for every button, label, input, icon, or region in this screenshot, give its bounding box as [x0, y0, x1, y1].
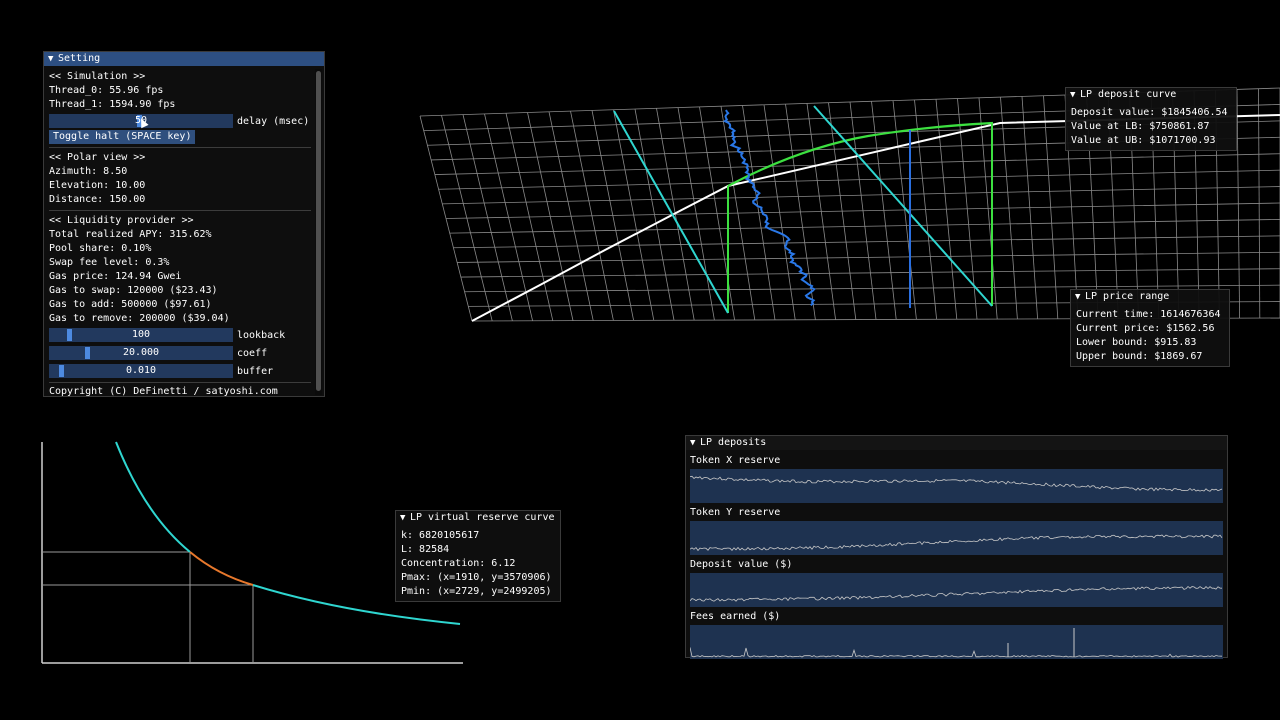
- value-at-ub: Value at UB: $1071700.93: [1071, 135, 1216, 146]
- total-apy: Total realized APY: 315.62%: [49, 229, 212, 240]
- delay-slider[interactable]: 50: [49, 114, 233, 129]
- deposits-title-bar[interactable]: ▼ LP deposits: [686, 436, 1227, 450]
- collapse-arrow-icon[interactable]: ▼: [1070, 88, 1080, 102]
- deposit-curve-title-bar[interactable]: ▼ LP deposit curve: [1066, 88, 1236, 102]
- lookback-label: lookback: [237, 329, 286, 341]
- scrollbar-thumb[interactable]: [316, 71, 321, 391]
- collapse-arrow-icon[interactable]: ▼: [690, 436, 700, 450]
- swap-fee: Swap fee level: 0.3%: [49, 257, 170, 268]
- simulation-header: << Simulation >>: [49, 71, 146, 82]
- plot-label-fees: Fees earned ($): [690, 611, 781, 622]
- gas-add: Gas to add: 500000 ($97.61): [49, 299, 212, 310]
- gas-price: Gas price: 124.94 Gwei: [49, 271, 182, 282]
- delay-label: delay (msec): [237, 115, 310, 127]
- coeff-value: 20.000: [122, 347, 160, 358]
- plot-label-deposit-value: Deposit value ($): [690, 559, 793, 570]
- coeff-label: coeff: [237, 347, 268, 359]
- lp-deposits-window[interactable]: ▼ LP deposits Token X reserve Token Y res…: [685, 435, 1228, 659]
- cyan-diagonal-left: [613, 110, 729, 314]
- separator: [49, 382, 311, 383]
- azimuth: Azimuth: 8.50: [49, 166, 128, 177]
- gas-remove: Gas to remove: 200000 ($39.04): [49, 313, 230, 324]
- separator: [49, 210, 311, 211]
- pool-share: Pool share: 0.10%: [49, 243, 152, 254]
- lower-bound: Lower bound: $915.83: [1076, 337, 1197, 348]
- virtual-reserve-title-bar[interactable]: ▼ LP virtual reserve curve: [396, 511, 560, 525]
- setting-window[interactable]: ▼ Setting << Simulation >> Thread_0: 55.9…: [43, 51, 325, 397]
- price-range-title-bar[interactable]: ▼ LP price range: [1071, 290, 1229, 304]
- setting-title: Setting: [58, 53, 101, 64]
- deposit-curve-title: LP deposit curve: [1080, 89, 1177, 100]
- buffer-label: buffer: [237, 365, 274, 377]
- setting-title-bar[interactable]: ▼ Setting: [44, 52, 324, 66]
- thread0-fps: Thread_0: 55.96 fps: [49, 85, 164, 96]
- token-x-reserve-plot: [690, 469, 1223, 503]
- coeff-slider[interactable]: 20.000: [49, 346, 233, 360]
- elevation: Elevation: 10.00: [49, 180, 146, 191]
- lp-price-range-window[interactable]: ▼ LP price range Current time: 1614676364…: [1070, 289, 1230, 367]
- reserve-curve-range: [189, 551, 254, 586]
- gas-swap: Gas to swap: 120000 ($23.43): [49, 285, 218, 296]
- upper-bound: Upper bound: $1869.67: [1076, 351, 1203, 362]
- lookback-slider[interactable]: 100: [49, 328, 233, 342]
- setting-scrollbar[interactable]: [315, 69, 322, 395]
- distance: Distance: 150.00: [49, 194, 146, 205]
- collapse-arrow-icon[interactable]: ▼: [1075, 290, 1085, 304]
- thread1-fps: Thread_1: 1594.90 fps: [49, 99, 176, 110]
- fees-earned-plot: [690, 625, 1223, 659]
- deposit-value-plot: [690, 573, 1223, 607]
- token-y-reserve-plot: [690, 521, 1223, 555]
- price-trace: [723, 109, 816, 307]
- lp-virtual-reserve-window[interactable]: ▼ LP virtual reserve curve k: 6820105617 …: [395, 510, 561, 602]
- deposit-value: Deposit value: $1845406.54: [1071, 107, 1228, 118]
- separator: [49, 147, 311, 148]
- buffer-row: 0.010 buffer: [49, 362, 319, 380]
- pmax: Pmax: (x=1910, y=3570906): [401, 572, 552, 583]
- price-range-title: LP price range: [1085, 291, 1170, 302]
- current-time: Current time: 1614676364: [1076, 309, 1221, 320]
- collapse-arrow-icon[interactable]: ▼: [48, 52, 58, 66]
- polar-header: << Polar view >>: [49, 152, 146, 163]
- toggle-halt-button[interactable]: Toggle halt (SPACE key): [49, 130, 196, 144]
- cyan-diagonal-right: [813, 105, 993, 307]
- copyright: Copyright (C) DeFinetti / satyoshi.com: [49, 386, 278, 397]
- deposits-title: LP deposits: [700, 437, 767, 448]
- value-at-lb: Value at LB: $750861.87: [1071, 121, 1210, 132]
- pmin: Pmin: (x=2729, y=2499205): [401, 586, 552, 597]
- lp-header: << Liquidity provider >>: [49, 215, 194, 226]
- lookback-value: 100: [131, 329, 151, 340]
- reserve-curve-left: [115, 441, 191, 553]
- buffer-slider[interactable]: 0.010: [49, 364, 233, 378]
- lp-deposit-curve-window[interactable]: ▼ LP deposit curve Deposit value: $184540…: [1065, 87, 1237, 151]
- current-price: Current price: $1562.56: [1076, 323, 1215, 334]
- collapse-arrow-icon[interactable]: ▼: [400, 511, 410, 525]
- plot-label-token-y: Token Y reserve: [690, 507, 781, 518]
- plot-label-token-x: Token X reserve: [690, 455, 781, 466]
- k-value: k: 6820105617: [401, 530, 480, 541]
- l-value: L: 82584: [401, 544, 450, 555]
- delay-row: 50 delay (msec): [49, 112, 319, 130]
- concentration: Concentration: 6.12: [401, 558, 516, 569]
- buffer-value: 0.010: [125, 365, 157, 376]
- coeff-row: 20.000 coeff: [49, 344, 319, 362]
- virtual-reserve-title: LP virtual reserve curve: [410, 512, 555, 523]
- lookback-row: 100 lookback: [49, 326, 319, 344]
